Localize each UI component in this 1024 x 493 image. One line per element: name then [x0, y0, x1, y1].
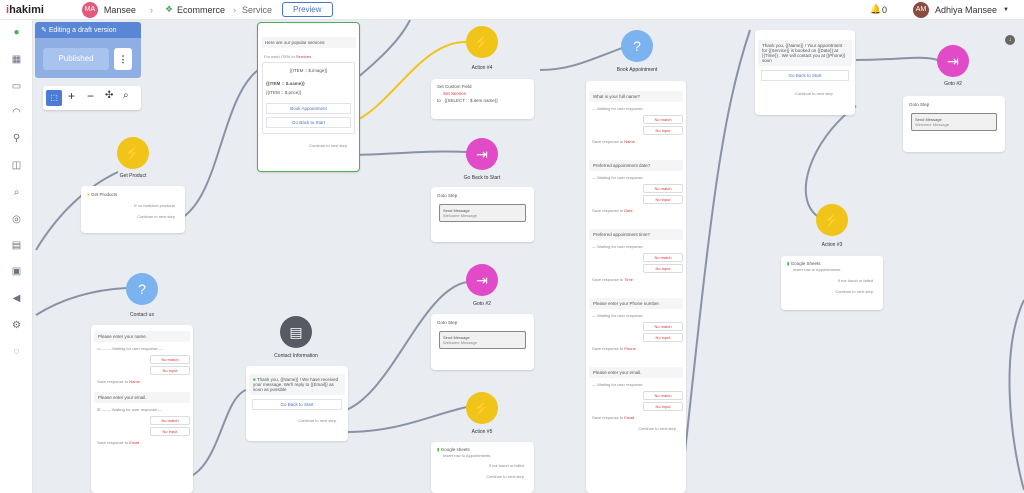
goto-node-icon[interactable]: ⇥	[466, 264, 498, 296]
action-node-icon[interactable]: ⚡	[816, 204, 848, 236]
action4-title: Action #4	[471, 65, 493, 71]
flow-group-name[interactable]: Ecommerce	[177, 5, 225, 15]
get-product-title: Get Product	[119, 173, 147, 179]
more-menu-button[interactable]: ⋮	[114, 48, 132, 70]
book-appointment-card[interactable]: What is your full name? — Waiting for us…	[586, 81, 686, 493]
go-back-card[interactable]: Goto Step Send Message Welcome Message	[431, 187, 534, 242]
zoom-in-icon[interactable]: +	[68, 89, 75, 103]
draft-panel: ✎ Editing a draft version Published ⋮	[35, 22, 141, 78]
select-tool-icon[interactable]: ⬚	[46, 90, 62, 106]
question-node-icon[interactable]: ?	[621, 30, 653, 62]
goto-card[interactable]: Goto Step Send Message Welcome Message	[903, 96, 1005, 152]
workspace-avatar[interactable]: MA	[81, 1, 98, 18]
intro-text: Here are our popular services:	[261, 37, 356, 48]
workspace-name[interactable]: Mansee	[104, 5, 136, 15]
contact-us-card[interactable]: Please enter your name. ▭ — — Waiting fo…	[91, 325, 193, 493]
goto-title: Goto #2	[944, 81, 962, 87]
top-bar: ihakimi MA Mansee › ❖ Ecommerce › Servic…	[0, 0, 1024, 20]
action-node-icon[interactable]: ⚡	[117, 137, 149, 169]
preview-button[interactable]: Preview	[282, 2, 333, 17]
action3-card[interactable]: ▮ Google Sheets Insert row to Appointmen…	[781, 256, 883, 310]
chevron-right-icon: ›	[233, 4, 237, 15]
caret-down-icon[interactable]: ▼	[1003, 7, 1009, 13]
get-product-card[interactable]: ● Get Products If no matched products Co…	[81, 186, 185, 233]
action3-title: Action #3	[821, 242, 843, 248]
scroll-down-icon[interactable]: ↓	[1005, 35, 1015, 45]
contact-info-card[interactable]: ■ Thank you, {{Name}} ! We have received…	[246, 366, 348, 441]
action5-title: Action #5	[471, 429, 493, 435]
flow-name[interactable]: Service	[242, 5, 272, 15]
services-message-card[interactable]: Here are our popular services: For each …	[257, 22, 360, 172]
goto-node-icon[interactable]: ⇥	[466, 138, 498, 170]
action-node-icon[interactable]: ⚡	[466, 392, 498, 424]
go-back-button[interactable]: Go Back to Start	[252, 399, 342, 410]
continue-branch: Continue to next step	[309, 143, 347, 148]
flow-group-icon: ❖	[164, 4, 174, 14]
action5-card[interactable]: ▮ Google sheets Insert row to Appointmen…	[431, 442, 534, 493]
bell-icon[interactable]: 🔔	[870, 4, 881, 15]
failed-branch: If no matched products	[134, 203, 175, 208]
zoom-out-icon[interactable]: −	[87, 89, 94, 103]
action-field: Get Products	[90, 192, 118, 197]
published-button[interactable]: Published	[43, 48, 109, 70]
fit-view-icon[interactable]: ✣	[105, 90, 113, 101]
action-node-icon[interactable]: ⚡	[466, 26, 498, 58]
go-back-title: Go Back to Start	[463, 175, 501, 181]
item-image: {{ITEM :: $.image}}	[289, 68, 328, 73]
action4-card[interactable]: Set Custom Field Set Service to {{SELECT…	[431, 79, 534, 119]
chevron-right-icon: ›	[149, 4, 153, 15]
canvas-toolbar: ⬚ + − ✣ ⌕	[43, 86, 141, 110]
contact-us-title: Contact us	[130, 312, 154, 318]
item-price: {{ITEM :: $.price}}	[266, 90, 302, 95]
continue-branch: Continue to next step	[137, 214, 175, 219]
confirmation-card[interactable]: Thank you, {{Name}} ! Your appointment f…	[755, 30, 855, 115]
goto2-title: Goto #2	[473, 301, 491, 307]
user-avatar[interactable]: AM	[913, 1, 929, 18]
go-back-button[interactable]: Go Back to Start	[761, 70, 849, 81]
go-back-button[interactable]: Go Back to Start	[266, 117, 351, 128]
book-title: Book Appointment	[616, 67, 658, 73]
user-name[interactable]: Adhiya Mansee	[935, 5, 997, 15]
goto-node-icon[interactable]: ⇥	[937, 45, 969, 77]
notification-count: 0	[882, 4, 888, 15]
book-appointment-button[interactable]: Book Appointment	[266, 103, 351, 114]
goto2-card[interactable]: Goto Step Send Message Welcome Message	[431, 314, 534, 370]
question-node-icon[interactable]: ?	[126, 273, 158, 305]
draft-status: ✎ Editing a draft version	[35, 22, 141, 38]
message-node-icon[interactable]: ▤	[280, 316, 312, 348]
search-icon[interactable]: ⌕	[123, 90, 129, 101]
app-logo[interactable]: ihakimi	[6, 4, 44, 16]
item-name: {{ITEM :: $.name}}	[266, 81, 305, 86]
contact-info-title: Contact Information	[274, 353, 318, 359]
